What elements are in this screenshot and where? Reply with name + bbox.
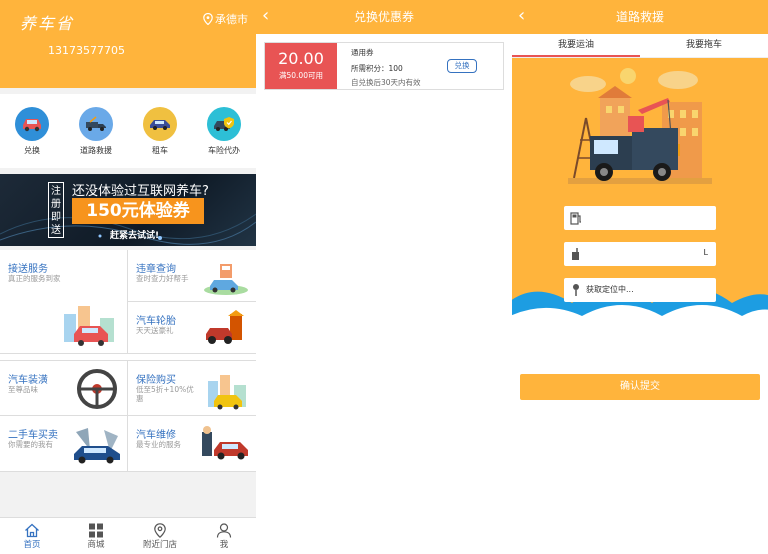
service-tire-title: 汽车轮胎 — [136, 316, 176, 327]
quick-rental-label: 租车 — [152, 145, 168, 155]
coupon-navbar: ‹ 兑换优惠券 — [256, 0, 512, 34]
coupon-value-block: 20.00 满50.00可用 — [265, 43, 337, 89]
insurance-illustration — [208, 375, 246, 410]
service-used-car-sub: 你需要的我有 — [8, 440, 53, 449]
rescue-navbar: ‹ 道路救援 — [512, 0, 768, 34]
service-insurance-sub: 低至5折+10%优惠 — [136, 385, 194, 403]
city-car-illustration — [64, 306, 114, 346]
tab-fuel-delivery[interactable]: 我要运油 — [512, 34, 640, 57]
banner-coupon: 150元体验券 — [72, 198, 204, 224]
banner-headline: 还没体验过互联网养车? — [72, 184, 209, 199]
repair-car-illustration — [202, 426, 248, 460]
exchange-button[interactable]: 兑换 — [447, 59, 477, 73]
service-pickup[interactable]: 接送服务 真正的服务到家 — [0, 250, 128, 354]
home-header: 养车省 承德市 13173577705 — [0, 0, 256, 88]
city-selector[interactable]: 承德市 — [203, 11, 248, 27]
user-phone: 13173577705 — [48, 44, 125, 57]
quick-insurance[interactable]: 车险代办 — [198, 106, 250, 156]
service-repair-sub: 最专业的服务 — [136, 440, 181, 449]
used-car-illustration — [74, 428, 120, 464]
service-pickup-sub: 真正的服务到家 — [8, 274, 61, 283]
app-logo: 养车省 — [20, 14, 75, 33]
service-tire-sub: 天天送豪礼 — [136, 326, 174, 335]
quick-rental[interactable]: 租车 — [134, 106, 186, 156]
fuel-volume-unit: L — [703, 248, 708, 257]
tab-home-label: 首页 — [23, 539, 41, 550]
back-arrow-icon[interactable]: ‹ — [262, 0, 269, 32]
user-icon — [216, 522, 232, 538]
grid-icon — [89, 523, 103, 537]
promo-banner[interactable]: 注册即送 还没体验过互联网养车? 150元体验券 赶紧去试试! — [0, 174, 256, 246]
home-screen: 养车省 承德市 13173577705 兑换 道路救援 租车 车险代办 注册即送… — [0, 0, 256, 554]
banner-tag: 注册即送 — [48, 182, 64, 238]
car-icon — [15, 106, 49, 141]
service-violation-title: 违章查询 — [136, 264, 176, 275]
coupon-condition: 满50.00可用 — [279, 71, 323, 80]
coupon-name: 通用券 — [351, 48, 374, 57]
tab-nearby[interactable]: 附近门店 — [128, 518, 192, 554]
tab-me-label: 我 — [219, 539, 229, 550]
quick-rescue-label: 道路救援 — [80, 145, 112, 155]
map-pin-icon — [573, 284, 579, 296]
insurance-car-icon — [207, 106, 241, 141]
fuel-volume-icon — [572, 248, 579, 260]
service-repair-title: 汽车维修 — [136, 430, 176, 441]
fuel-pump-icon — [570, 212, 581, 225]
banner-cta: 赶紧去试试! — [110, 231, 160, 241]
quick-insurance-label: 车险代办 — [208, 145, 240, 155]
location-field[interactable]: 获取定位中... — [564, 278, 716, 302]
coupon-screen: ‹ 兑换优惠券 20.00 满50.00可用 通用券 所需积分：100 自兑换后… — [256, 0, 512, 554]
quick-exchange-label: 兑换 — [24, 145, 40, 155]
coupon-validity: 自兑换后30天内有效 — [351, 78, 421, 87]
bottom-tab-bar: 首页 商城 附近门店 我 — [0, 517, 256, 554]
location-pin-icon — [203, 13, 213, 25]
location-icon — [154, 522, 166, 538]
service-used-car-title: 二手车买卖 — [8, 430, 58, 441]
violation-car-illustration — [204, 264, 248, 295]
rescue-form-area: L 获取定位中... — [512, 58, 768, 328]
back-arrow-icon[interactable]: ‹ — [518, 0, 525, 32]
service-violation[interactable]: 违章查询 查时查力好帮手 — [128, 250, 256, 302]
location-value: 获取定位中... — [586, 285, 634, 294]
tab-towing[interactable]: 我要拖车 — [640, 34, 768, 57]
tab-nearby-label: 附近门店 — [142, 539, 177, 550]
tab-mall[interactable]: 商城 — [64, 518, 128, 554]
service-pickup-title: 接送服务 — [8, 264, 48, 275]
service-decoration[interactable]: 汽车装潢 至尊品味 — [0, 361, 128, 417]
quick-exchange[interactable]: 兑换 — [6, 106, 58, 156]
service-decoration-title: 汽车装潢 — [8, 375, 48, 386]
home-icon — [25, 523, 39, 537]
city-label: 承德市 — [215, 13, 248, 26]
coupon-points: 所需积分：100 — [351, 64, 403, 73]
service-column-right: 违章查询 查时查力好帮手 汽车轮胎 天天送豪礼 — [128, 250, 256, 353]
submit-button[interactable]: 确认提交 — [520, 374, 760, 400]
tab-home[interactable]: 首页 — [0, 518, 64, 554]
rental-car-icon — [143, 106, 177, 141]
coupon-card: 20.00 满50.00可用 通用券 所需积分：100 自兑换后30天内有效 兑… — [264, 42, 504, 90]
rescue-tabs: 我要运油 我要拖车 — [512, 34, 768, 58]
fuel-volume-field[interactable]: L — [564, 242, 716, 266]
tab-mall-label: 商城 — [87, 539, 105, 550]
quick-rescue[interactable]: 道路救援 — [70, 106, 122, 156]
service-grid: 接送服务 真正的服务到家 违章查询 查时查力好帮手 汽车轮胎 天天送豪礼 汽车装… — [0, 250, 256, 472]
service-insurance-title: 保险购买 — [136, 375, 176, 386]
rescue-page-title: 道路救援 — [615, 10, 664, 24]
rescue-screen: ‹ 道路救援 我要运油 我要拖车 L 获取定位中... 确认提交 — [512, 0, 768, 554]
steering-wheel-illustration — [77, 369, 117, 409]
service-violation-sub: 查时查力好帮手 — [136, 274, 189, 283]
fuel-type-field[interactable] — [564, 206, 716, 230]
service-repair[interactable]: 汽车维修 最专业的服务 — [128, 416, 256, 472]
service-insurance[interactable]: 保险购买 低至5折+10%优惠 — [128, 361, 256, 417]
coupon-amount: 20.00 — [278, 49, 324, 68]
tow-truck-icon — [79, 106, 113, 141]
coupon-page-title: 兑换优惠券 — [353, 10, 414, 24]
service-tire[interactable]: 汽车轮胎 天天送豪礼 — [128, 302, 256, 353]
quick-icons: 兑换 道路救援 租车 车险代办 — [0, 94, 256, 168]
tab-me[interactable]: 我 — [192, 518, 256, 554]
service-decoration-sub: 至尊品味 — [8, 385, 38, 394]
tire-illustration — [206, 310, 244, 344]
service-used-car[interactable]: 二手车买卖 你需要的我有 — [0, 416, 128, 472]
